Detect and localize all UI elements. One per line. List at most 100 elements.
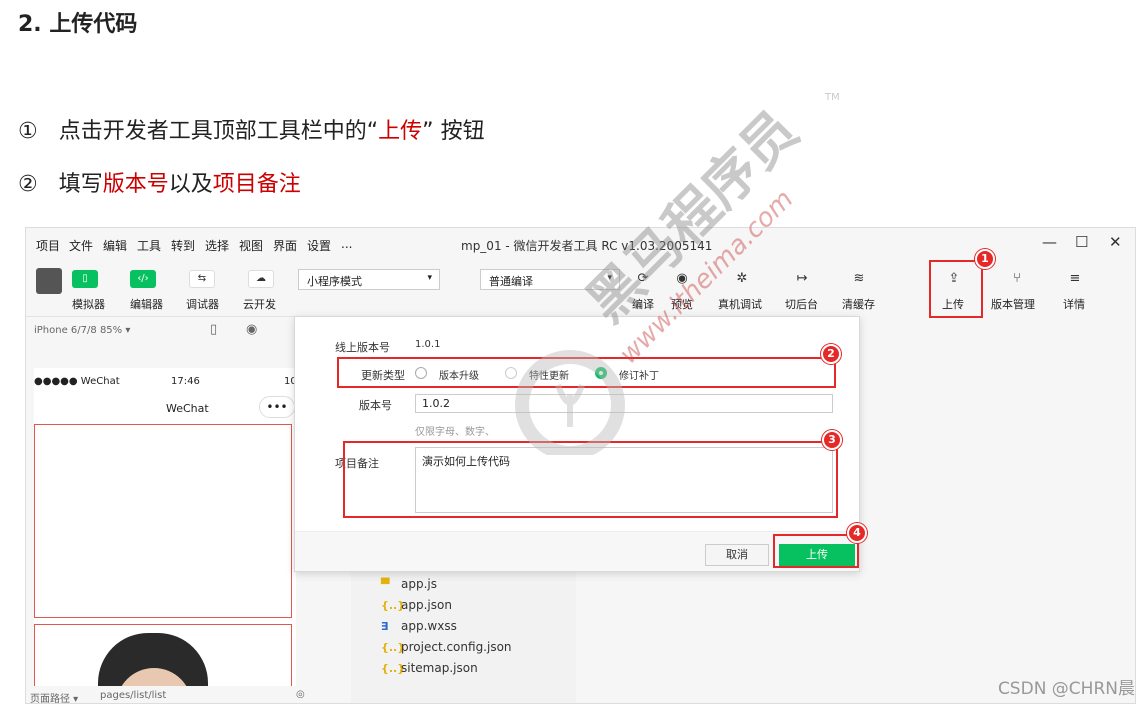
highlight-box-note (343, 441, 838, 518)
file-item[interactable]: {..}app.json (381, 598, 452, 612)
debugger-button[interactable]: 调试器 (186, 296, 219, 312)
js-icon: ▀ (381, 578, 390, 591)
version-label: 版本号 (359, 399, 392, 412)
menu-icon[interactable]: ≡ (1062, 271, 1088, 286)
rotate-icon[interactable]: ▯ (210, 322, 217, 337)
switch-icon[interactable]: ↦ (789, 271, 815, 286)
watermark-tm: TM (824, 92, 840, 103)
layers-icon[interactable]: ≋ (846, 271, 872, 286)
code-icon[interactable]: ‹/› (130, 270, 156, 288)
page-path-label[interactable]: 页面路径 ▾ (30, 690, 78, 703)
csdn-watermark: CSDN @CHRN晨 (997, 679, 1135, 699)
capsule-menu-icon[interactable]: ••• (259, 396, 295, 418)
step-text: 填写 (58, 172, 103, 197)
mode-select[interactable]: 小程序模式 ▾ (298, 269, 440, 290)
remote-debug-button[interactable]: 真机调试 (718, 296, 762, 312)
file-name: app.wxss (401, 619, 457, 633)
menu-item-goto[interactable]: 转到 (171, 237, 195, 254)
version-manage-button[interactable]: 版本管理 (991, 296, 1035, 312)
bug-icon[interactable]: ✲ (729, 271, 755, 286)
chevron-down-icon: ▾ (427, 273, 432, 283)
devtools-screenshot: 项目 文件 编辑 工具 转到 选择 视图 界面 设置 ... mp_01 - 微… (25, 227, 1136, 704)
eye-icon[interactable]: ◎ (296, 689, 305, 700)
nav-title: WeChat (166, 402, 209, 415)
status-time: 17:46 (171, 376, 200, 387)
chevron-down-icon: ▾ (607, 273, 612, 283)
simulator-footer: 页面路径 ▾ pages/list/list ◎ (26, 686, 346, 703)
menu-item-tools[interactable]: 工具 (137, 237, 161, 254)
file-item[interactable]: {..}sitemap.json (381, 661, 478, 675)
section-heading: 2. 上传代码 (18, 12, 138, 37)
wxss-icon: ∃ (381, 620, 389, 633)
step-number: ② (18, 172, 38, 197)
menu-item-select[interactable]: 选择 (205, 237, 229, 254)
refresh-icon[interactable]: ⟳ (630, 271, 656, 286)
status-carrier: ●●●●● WeChat (34, 376, 120, 387)
clear-cache-button[interactable]: 清缓存 (842, 296, 875, 312)
menu-item-interface[interactable]: 界面 (273, 237, 297, 254)
mode-select-value: 小程序模式 (307, 275, 362, 288)
file-item[interactable]: ▀ app.js (381, 577, 437, 591)
cloud-dev-button[interactable]: 云开发 (243, 296, 276, 312)
online-version-label: 线上版本号 (335, 341, 390, 354)
highlight-box-upload-confirm (773, 534, 859, 568)
compile-select[interactable]: 普通编译 ▾ (480, 269, 620, 290)
version-input[interactable]: 1.0.2 (415, 394, 833, 413)
online-version-value: 1.0.1 (415, 339, 441, 350)
step-text-mid: 以及 (168, 172, 213, 197)
phone-icon[interactable]: ▯ (72, 270, 98, 288)
step-highlight: 版本号 (102, 172, 169, 197)
cloud-icon[interactable]: ☁ (248, 270, 274, 288)
device-select[interactable]: iPhone 6/7/8 85% ▾ (34, 325, 130, 336)
editor-button[interactable]: 编辑器 (130, 296, 163, 312)
json-icon: {..} (381, 662, 406, 675)
file-item[interactable]: ∃ app.wxss (381, 619, 457, 633)
badge-4: 4 (847, 523, 867, 543)
menu-item-settings[interactable]: 设置 (307, 237, 331, 254)
file-name: sitemap.json (401, 661, 478, 675)
background-button[interactable]: 切后台 (785, 296, 818, 312)
simulator-button[interactable]: 模拟器 (72, 296, 105, 312)
close-icon[interactable]: ✕ (1109, 233, 1122, 251)
step-text-end: 按钮 (433, 119, 485, 144)
file-name: project.config.json (401, 640, 512, 654)
badge-3: 3 (822, 430, 842, 450)
step-1: ① 点击开发者工具顶部工具栏中的“上传” 按钮 (18, 113, 485, 145)
version-hint: 仅限字母、数字、 (415, 427, 495, 438)
menu-item-edit[interactable]: 编辑 (103, 237, 127, 254)
details-button[interactable]: 详情 (1063, 296, 1085, 312)
cancel-button[interactable]: 取消 (705, 544, 769, 566)
step-2: ② 填写版本号以及项目备注 (18, 166, 301, 198)
step-text: 点击开发者工具顶部工具栏中的 (58, 119, 367, 144)
content-block (34, 424, 292, 618)
badge-2: 2 (821, 344, 841, 364)
debug-icon[interactable]: ⇆ (189, 270, 215, 288)
quote-close: ” (422, 119, 434, 144)
record-icon[interactable]: ◉ (246, 322, 257, 337)
menu-item-file[interactable]: 文件 (69, 237, 93, 254)
menu-item-view[interactable]: 视图 (239, 237, 263, 254)
file-item[interactable]: {..}project.config.json (381, 640, 512, 654)
preview-button[interactable]: 预览 (671, 296, 693, 312)
highlight-box-upload (929, 260, 983, 318)
menu-bar: 项目 文件 编辑 工具 转到 选择 视图 界面 设置 ... mp_01 - 微… (26, 228, 1135, 260)
highlight-box-update-type (337, 357, 836, 388)
menu-item-more[interactable]: ... (341, 237, 352, 251)
json-icon: {..} (381, 599, 406, 612)
maximize-icon[interactable]: ☐ (1075, 233, 1088, 251)
branch-icon[interactable]: ⑂ (1004, 271, 1030, 286)
compile-button[interactable]: 编译 (632, 296, 654, 312)
step-highlight: 项目备注 (212, 172, 301, 197)
step-number: ① (18, 119, 38, 144)
file-name: app.json (401, 598, 452, 612)
avatar[interactable] (36, 268, 62, 294)
step-highlight: 上传 (378, 119, 423, 144)
file-name: app.js (401, 577, 437, 591)
eye-icon[interactable]: ◉ (669, 271, 695, 286)
badge-1: 1 (975, 249, 995, 269)
quote-open: “ (366, 119, 379, 144)
minimize-icon[interactable]: — (1042, 233, 1057, 251)
menu-item-project[interactable]: 项目 (36, 237, 60, 254)
compile-select-value: 普通编译 (489, 275, 533, 288)
page-path: pages/list/list (100, 690, 167, 701)
